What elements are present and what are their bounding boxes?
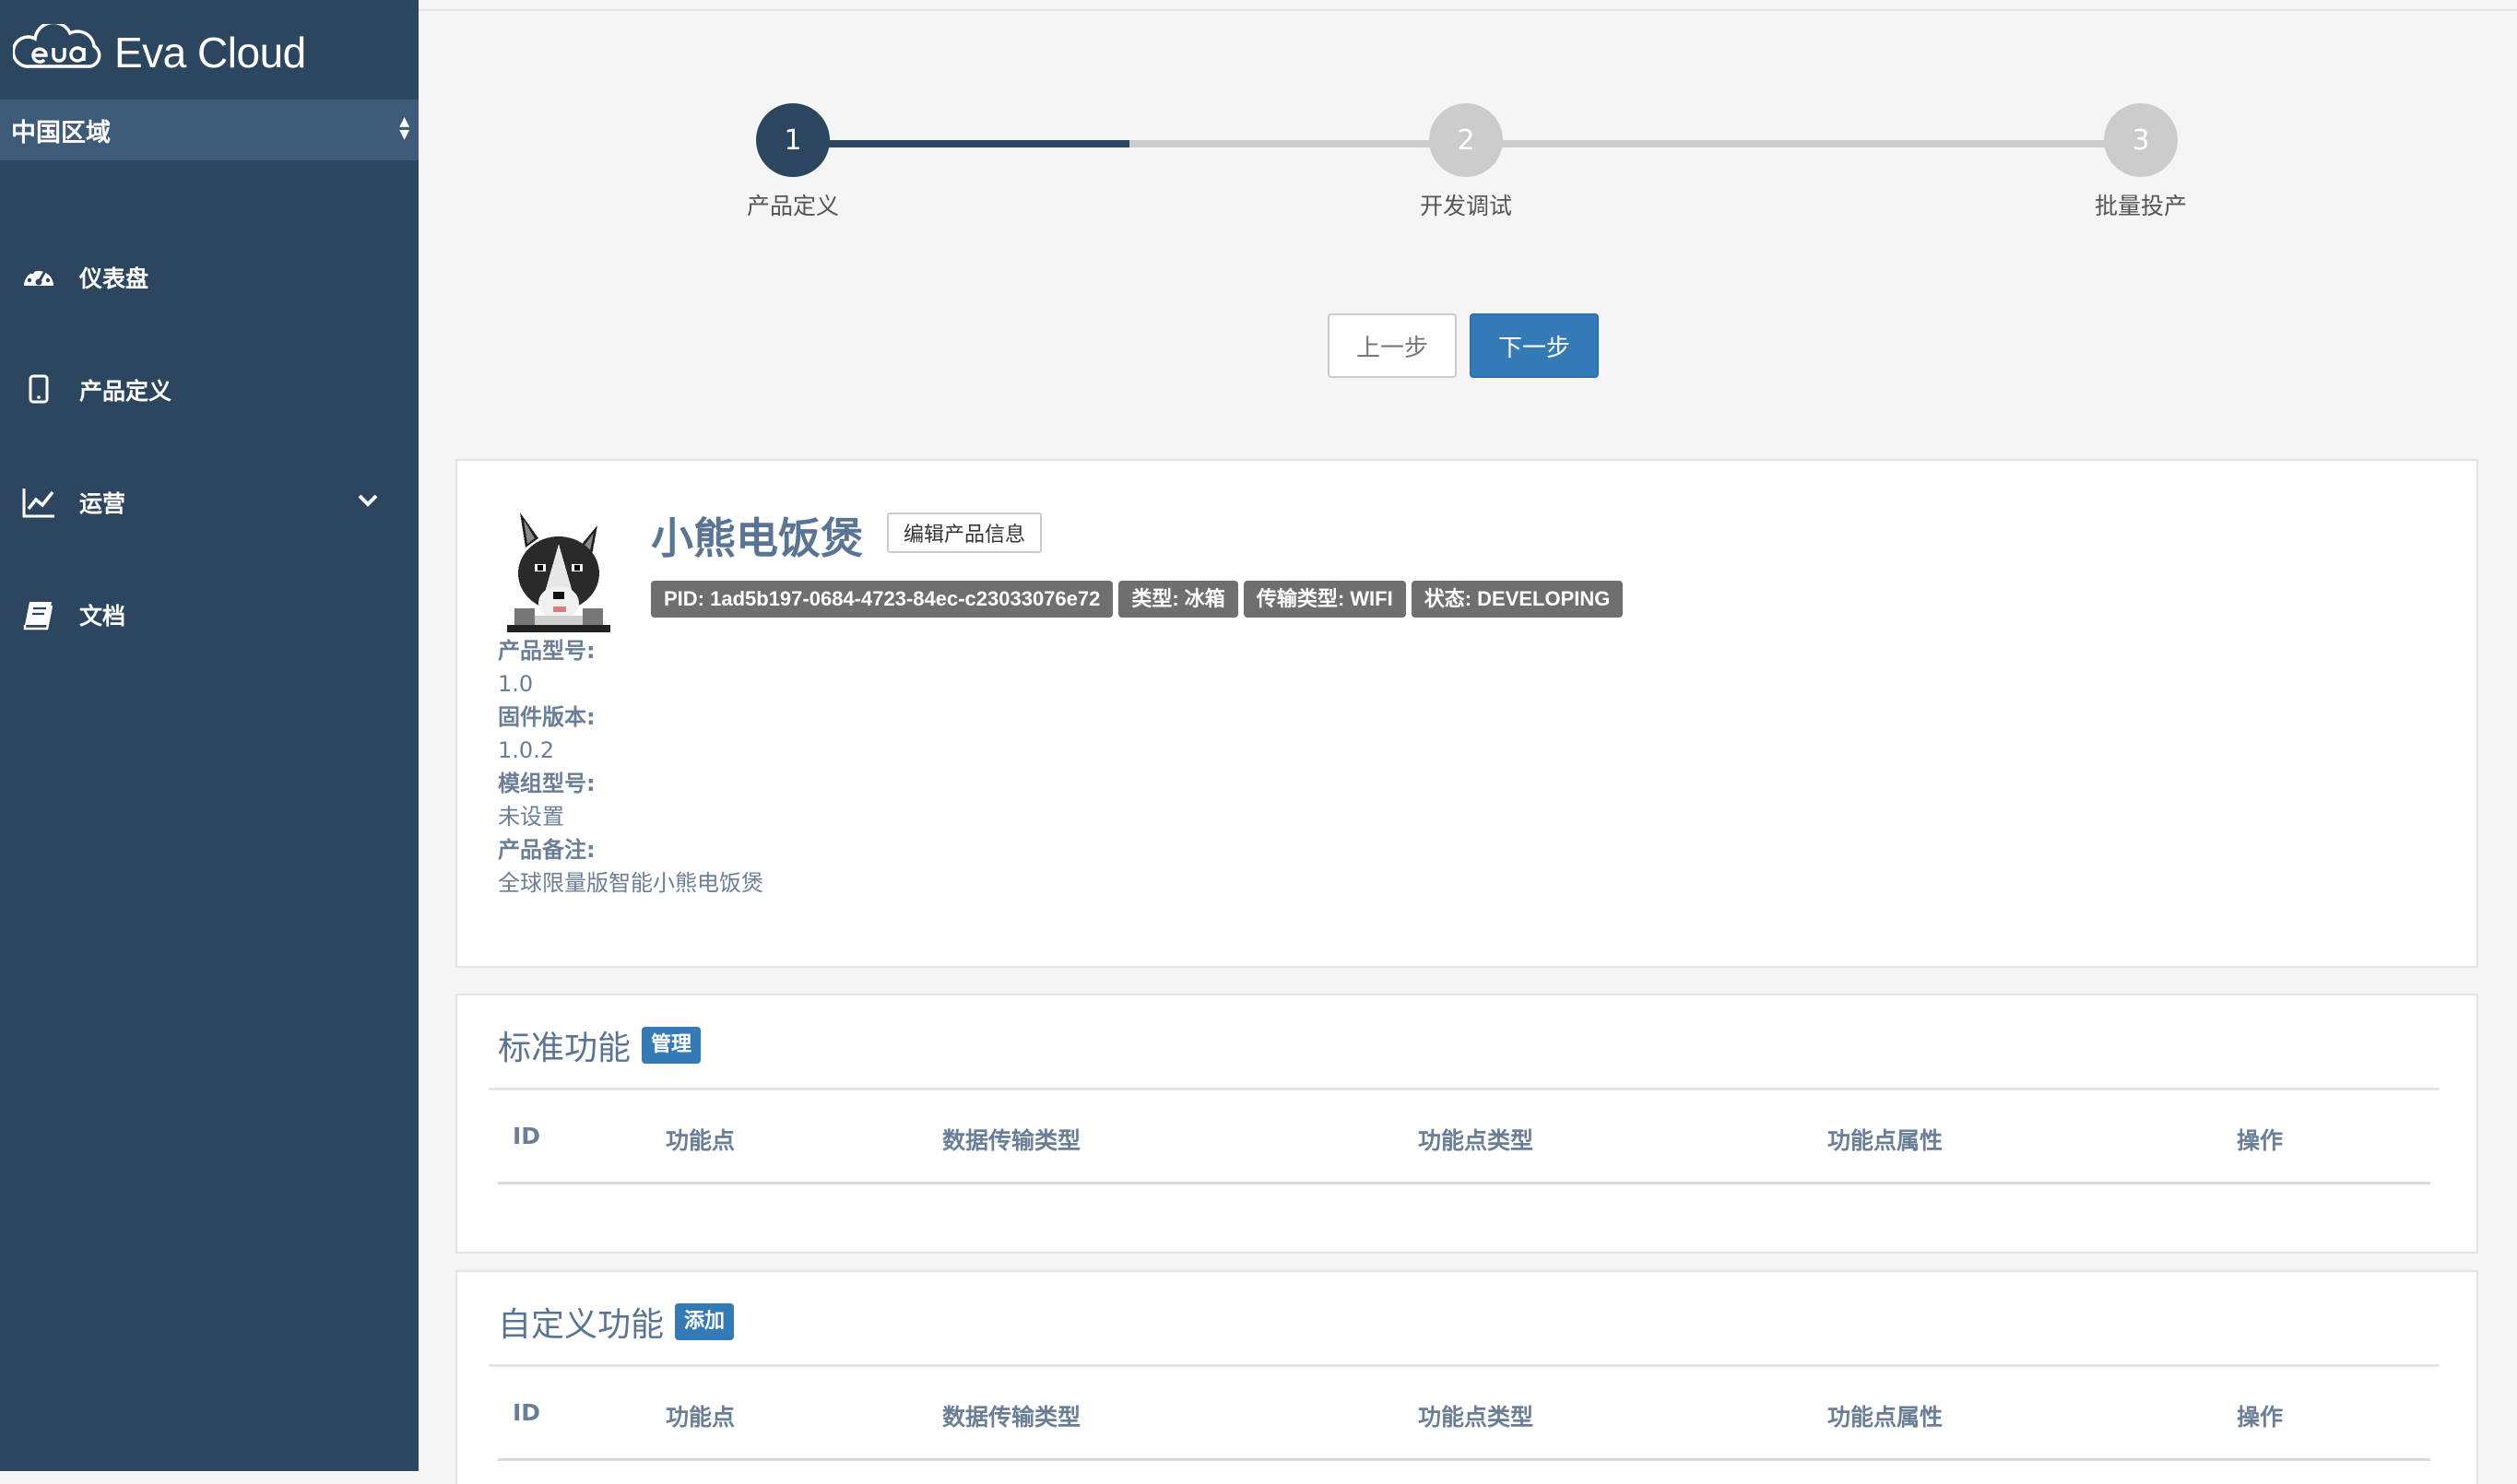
column-header: 功能点属性 [1827,1127,1944,1154]
standard-features-panel: 标准功能 管理 ID 功能点 数据传输类型 功能点类型 功能点属性 操作 [455,994,2478,1254]
transport-badge: 传输类型: WIFI [1243,581,1406,618]
table-header-divider [498,1458,2430,1461]
step-3-circle[interactable]: 3 [2104,103,2178,177]
add-button[interactable]: 添加 [675,1303,735,1340]
sidebar-item-docs[interactable]: 文档 [0,559,419,671]
sidebar-item-label: 运营 [79,490,126,517]
product-badges: PID: 1ad5b197-0684-4723-84ec-c23033076e7… [651,581,1624,618]
product-info-panel: 小熊电饭煲 编辑产品信息 PID: 1ad5b197-0684-4723-84e… [455,459,2478,968]
tablet-icon [20,371,57,408]
select-caret-icon: ▲ ▼ [399,114,409,142]
step-2-label: 开发调试 [1419,193,1512,219]
pid-badge: PID: 1ad5b197-0684-4723-84ec-c23033076e7… [651,581,1114,618]
sidebar-item-operations[interactable]: 运营 [0,446,419,559]
table-header-divider [498,1182,2430,1184]
brand[interactable]: Eva Cloud [11,20,306,83]
sidebar-item-label: 仪表盘 [79,265,149,292]
divider [489,1088,2440,1090]
step-3-label: 批量投产 [2094,193,2187,219]
dashboard-icon [20,259,57,296]
column-header: 功能点类型 [1418,1404,1534,1431]
step-1-label: 产品定义 [746,193,839,219]
remark-value: 全球限量版智能小熊电饭煲 [498,870,763,896]
stepper: 1 产品定义 2 开发调试 3 批量投产 [419,0,2517,240]
model-value: 1.0 [498,671,534,697]
manage-button[interactable]: 管理 [642,1027,702,1064]
module-value: 未设置 [498,804,564,830]
product-name: 小熊电饭煲 [651,513,863,563]
column-header: 操作 [2237,1127,2284,1154]
sidebar-item-label: 产品定义 [79,378,172,405]
sidebar-item-label: 文档 [79,603,126,630]
model-label: 产品型号: [498,638,596,664]
column-header: ID [513,1123,541,1149]
chevron-down-icon[interactable] [356,489,380,516]
sidebar: Eva Cloud 中国区域 ▲ ▼ 仪表盘 产品定义 运营 文档 [0,0,419,1471]
sidebar-item-dashboard[interactable]: 仪表盘 [0,221,419,334]
brand-name: Eva Cloud [114,29,306,77]
column-header: 数据传输类型 [942,1404,1081,1431]
divider [489,1364,2440,1367]
prev-step-button[interactable]: 上一步 [1328,313,1457,378]
sidebar-item-product-definition[interactable]: 产品定义 [0,334,419,446]
standard-features-title: 标准功能 [498,1030,632,1067]
column-header: 功能点 [666,1127,736,1154]
product-meta: 产品型号: 1.0 固件版本: 1.0.2 模组型号: 未设置 产品备注: 全球… [498,634,763,900]
column-header: 功能点 [666,1404,736,1431]
column-header: ID [513,1399,541,1426]
firmware-label: 固件版本: [498,704,596,730]
next-step-button[interactable]: 下一步 [1470,313,1599,378]
edit-product-button[interactable]: 编辑产品信息 [887,512,1042,553]
step-1-circle[interactable]: 1 [756,103,830,177]
sidebar-nav: 仪表盘 产品定义 运营 文档 [0,221,419,671]
column-header: 功能点属性 [1827,1404,1944,1431]
step-2-circle[interactable]: 2 [1429,103,1503,177]
status-badge: 状态: DEVELOPING [1411,581,1624,618]
region-select[interactable]: 中国区域 ▲ ▼ [0,100,419,160]
remark-label: 产品备注: [498,837,596,863]
book-icon [20,596,57,633]
region-label: 中国区域 [11,118,111,147]
module-label: 模组型号: [498,771,596,796]
firmware-value: 1.0.2 [498,737,555,763]
column-header: 操作 [2237,1404,2284,1431]
type-badge: 类型: 冰箱 [1118,581,1238,618]
step-progress [791,140,1129,147]
chart-line-icon [20,484,57,521]
custom-features-panel: 自定义功能 添加 ID 功能点 数据传输类型 功能点类型 功能点属性 操作 [455,1270,2478,1484]
column-header: 数据传输类型 [942,1127,1081,1154]
column-header: 功能点类型 [1418,1127,1534,1154]
product-avatar [507,507,610,632]
custom-features-title: 自定义功能 [498,1306,665,1344]
eva-cloud-logo-icon [11,20,105,81]
